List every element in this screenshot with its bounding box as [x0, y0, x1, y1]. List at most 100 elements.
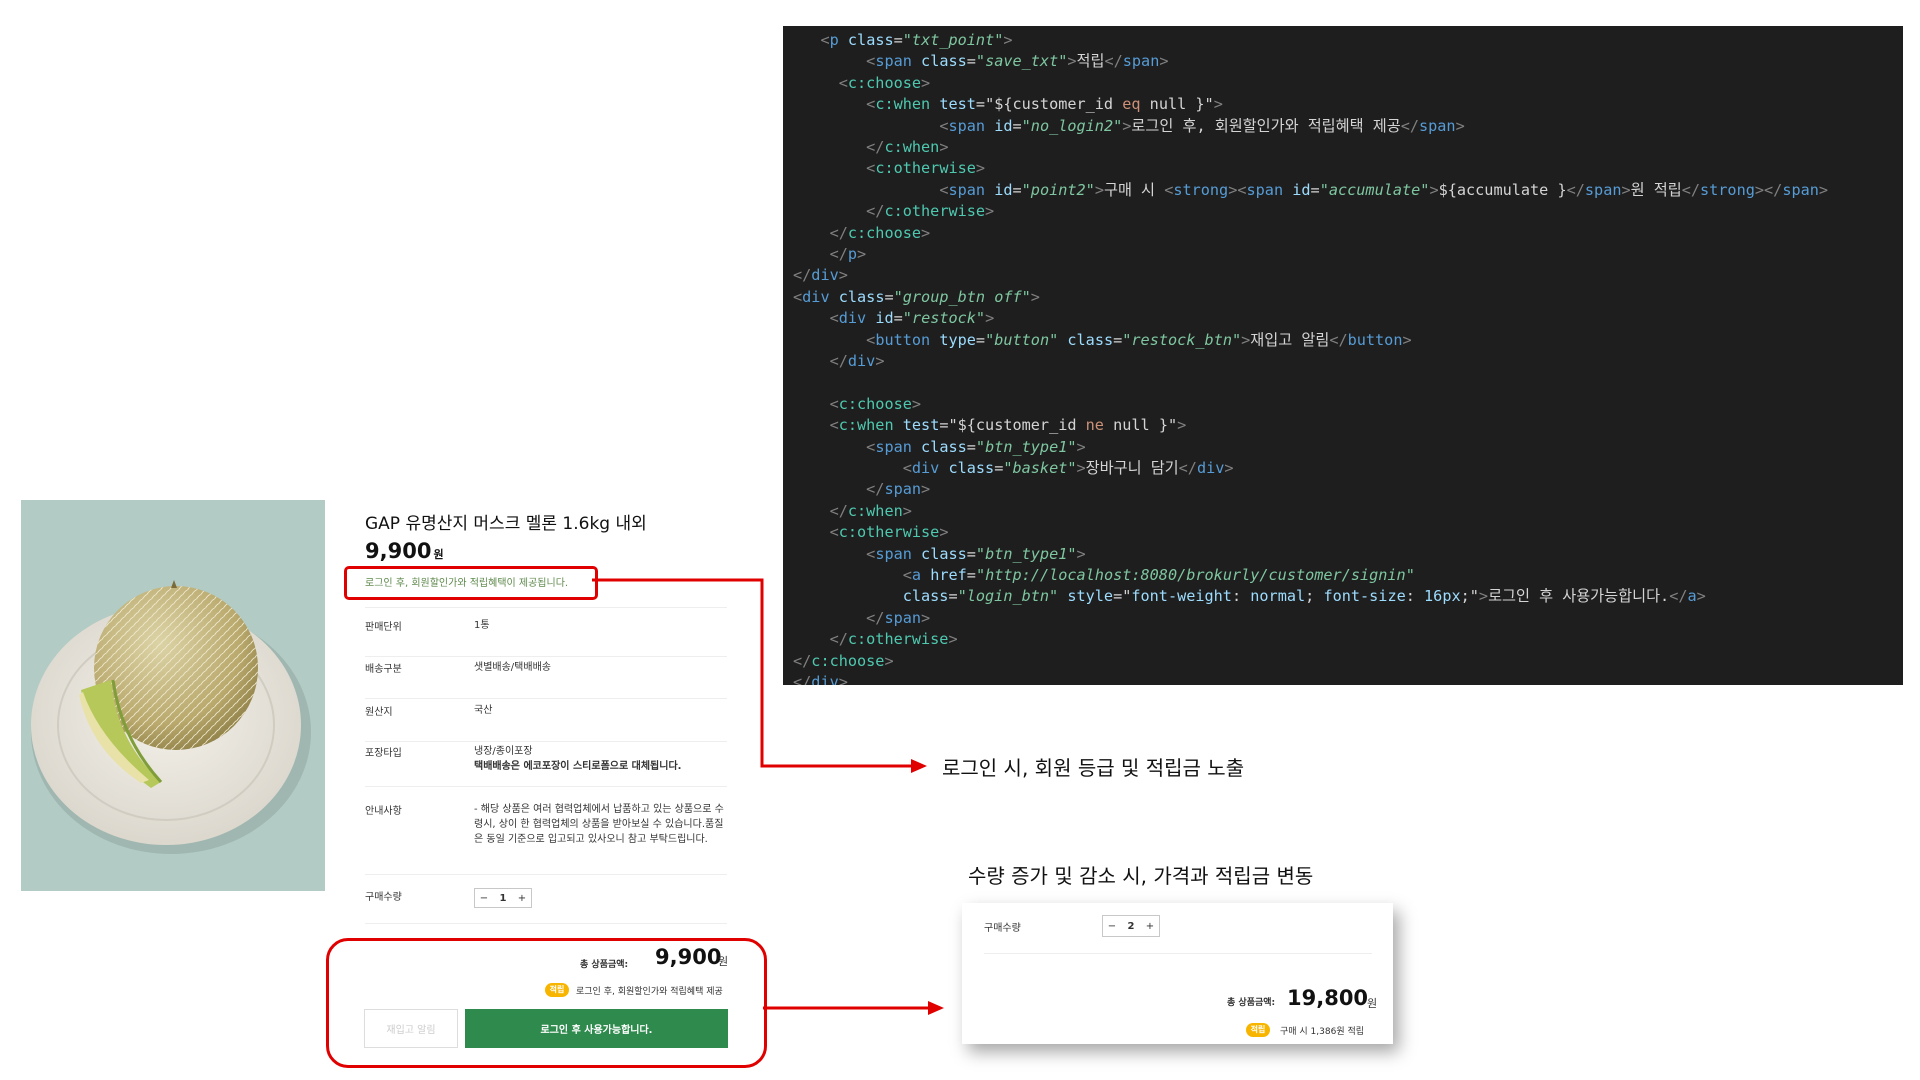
- code-line: </div>: [793, 672, 848, 685]
- code-token: c:when: [884, 138, 940, 156]
- code-line: <c:when test="${customer_id eq null }">: [793, 94, 1223, 115]
- code-token: >: [1076, 437, 1086, 456]
- code-token: >: [1455, 116, 1465, 135]
- code-token: span: [1122, 52, 1160, 71]
- code-token: class: [921, 544, 967, 563]
- code-token: style: [1067, 587, 1114, 606]
- code-token: font-weight: [1131, 587, 1232, 606]
- code-token: c:choose: [847, 73, 922, 92]
- code-token: ><: [1228, 180, 1247, 199]
- code-token: >: [1696, 587, 1706, 606]
- code-line: </span>: [793, 608, 930, 629]
- code-token: >: [875, 352, 885, 370]
- code-token: =: [966, 52, 976, 71]
- code-token: c:when: [875, 95, 931, 114]
- code-token: 원 적립: [1630, 180, 1682, 199]
- code-token: <: [793, 287, 803, 306]
- code-token: id: [994, 116, 1013, 135]
- code-token: >: [939, 138, 949, 156]
- code-token: <: [829, 416, 839, 435]
- code-token: =: [893, 31, 903, 49]
- code-token: "login_btn": [957, 587, 1059, 606]
- code-token: >: [921, 73, 931, 92]
- code-token: >: [1429, 180, 1439, 199]
- code-token: "restock": [902, 309, 986, 328]
- reward-badge: 적립: [1246, 1023, 1270, 1037]
- code-line: <span class="save_txt">적립</span>: [793, 51, 1169, 72]
- code-token: >: [1076, 459, 1086, 477]
- code-token: >: [1478, 587, 1489, 606]
- code-token: >: [1177, 416, 1187, 435]
- code-token: class: [902, 587, 949, 606]
- code-token: null }": [1140, 95, 1214, 114]
- code-token: </: [829, 501, 848, 520]
- code-token: div: [802, 287, 830, 306]
- code-token: <: [1164, 180, 1174, 199]
- code-token: "no_login2": [1021, 116, 1123, 135]
- code-token: button: [875, 330, 931, 349]
- code-token: "http://localhost:8080/brokurly/customer…: [975, 566, 1415, 584]
- qty-label: 구매수량: [984, 923, 1021, 934]
- code-token: span: [884, 608, 922, 627]
- code-token: a: [1687, 587, 1697, 606]
- code-token: <: [829, 523, 839, 542]
- code-token: "accumulate": [1319, 180, 1430, 199]
- code-token: "btn_type1": [975, 437, 1077, 456]
- code-token: =: [966, 566, 976, 584]
- code-token: "point2": [1021, 180, 1095, 199]
- code-token: >: [1159, 52, 1169, 71]
- code-line: </c:otherwise>: [793, 201, 994, 222]
- code-token: ${accumulate }: [1438, 180, 1567, 199]
- code-line: class="login_btn" style="font-weight: no…: [793, 586, 1706, 607]
- code-token: >: [975, 159, 986, 178]
- code-line: <c:otherwise>: [793, 158, 985, 179]
- code-token: span: [875, 52, 912, 71]
- code-token: test: [902, 416, 940, 435]
- code-token: <: [838, 73, 848, 92]
- code-token: div: [838, 309, 867, 328]
- code-token: "group_btn off": [893, 287, 1031, 306]
- code-token: >: [985, 202, 995, 221]
- code-line: <c:choose>: [793, 394, 921, 415]
- code-token: =: [884, 287, 894, 306]
- code-line: </c:otherwise>: [793, 629, 958, 650]
- code-token: <: [829, 309, 839, 328]
- qty-plus-button[interactable]: +: [1141, 921, 1159, 932]
- code-token: >: [1030, 287, 1040, 306]
- code-token: =: [966, 437, 976, 456]
- code-token: >: [1621, 180, 1631, 199]
- qty-minus-button[interactable]: −: [1103, 921, 1121, 932]
- code-token: c:when: [838, 416, 894, 435]
- code-token: "button": [985, 330, 1059, 349]
- code-line: <a href="http://localhost:8080/brokurly/…: [793, 565, 1415, 586]
- code-line: <span id="point2">구매 시 <strong><span id=…: [793, 180, 1828, 201]
- quantity-stepper[interactable]: − 2 +: [1102, 915, 1160, 937]
- code-token: </: [1178, 459, 1197, 477]
- code-line: </c:when>: [793, 501, 912, 522]
- code-token: "basket": [1003, 459, 1077, 477]
- code-line: <p class="txt_point">: [793, 30, 1012, 51]
- code-token: c:choose: [811, 651, 885, 670]
- code-token: </: [1566, 180, 1585, 199]
- code-token: >: [911, 394, 922, 413]
